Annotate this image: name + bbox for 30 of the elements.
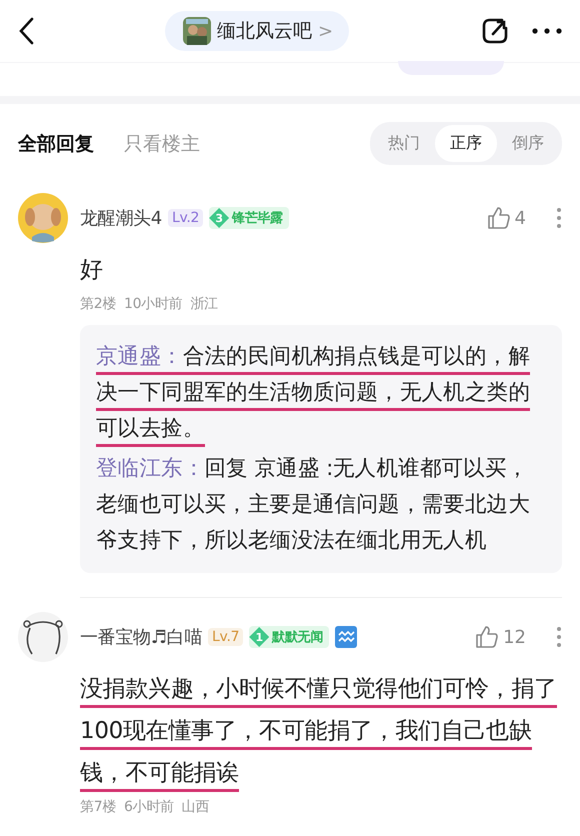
back-icon[interactable] <box>18 17 34 45</box>
rank-badge: 3 锋芒毕露 <box>209 207 289 229</box>
forum-button[interactable]: 缅北风云吧 > <box>164 11 350 51</box>
floor-number: 第2楼 <box>80 295 116 313</box>
post-time: 6小时前 <box>124 798 174 816</box>
sort-option[interactable]: 正序 <box>435 125 497 162</box>
share-icon[interactable] <box>480 16 510 46</box>
floor-number: 第7楼 <box>80 798 116 816</box>
comment-text: 没捐款兴趣，小时候不懂只觉得他们可怜，捐了100现在懂事了，不可能捐了，我们自己也缺钱，不可能捐诶 <box>80 668 562 794</box>
reply-text: 京通盛：合法的民间机构捐点钱是可以的，解决一下同盟军的生活物质问题，无人机之类的可以去捡。 <box>96 339 546 447</box>
username[interactable]: 一番宝物♬白喵 <box>80 625 202 649</box>
chevron-text: > <box>318 20 334 42</box>
username[interactable]: 龙醒潮头4 <box>80 206 162 230</box>
reply-tab[interactable]: 全部回复 <box>18 130 94 156</box>
region: 山西 <box>182 798 210 816</box>
thumbs-up-icon <box>475 625 500 649</box>
level-badge: Lv.2 <box>168 209 204 227</box>
thumbs-up-icon <box>486 206 511 230</box>
avatar[interactable] <box>18 612 68 662</box>
more-icon[interactable] <box>532 28 562 34</box>
level-badge: Lv.7 <box>208 628 244 646</box>
post-time: 10小时前 <box>124 295 182 313</box>
rank-badge: 1 默默无闻 <box>249 626 330 648</box>
region: 浙江 <box>190 295 218 313</box>
comment-text: 好 <box>80 256 104 285</box>
reply-text: 登临江东：回复 京通盛 :无人机谁都可以买，老缅也可以买，主要是通信问题，需要北边大爷支持下，所以老缅没法在缅北用无人机 <box>96 455 532 555</box>
forum-name: 缅北风云吧 <box>216 19 312 44</box>
forum-avatar <box>182 17 211 45</box>
like-button[interactable]: 12 <box>469 624 532 650</box>
like-button[interactable]: 4 <box>480 205 532 231</box>
